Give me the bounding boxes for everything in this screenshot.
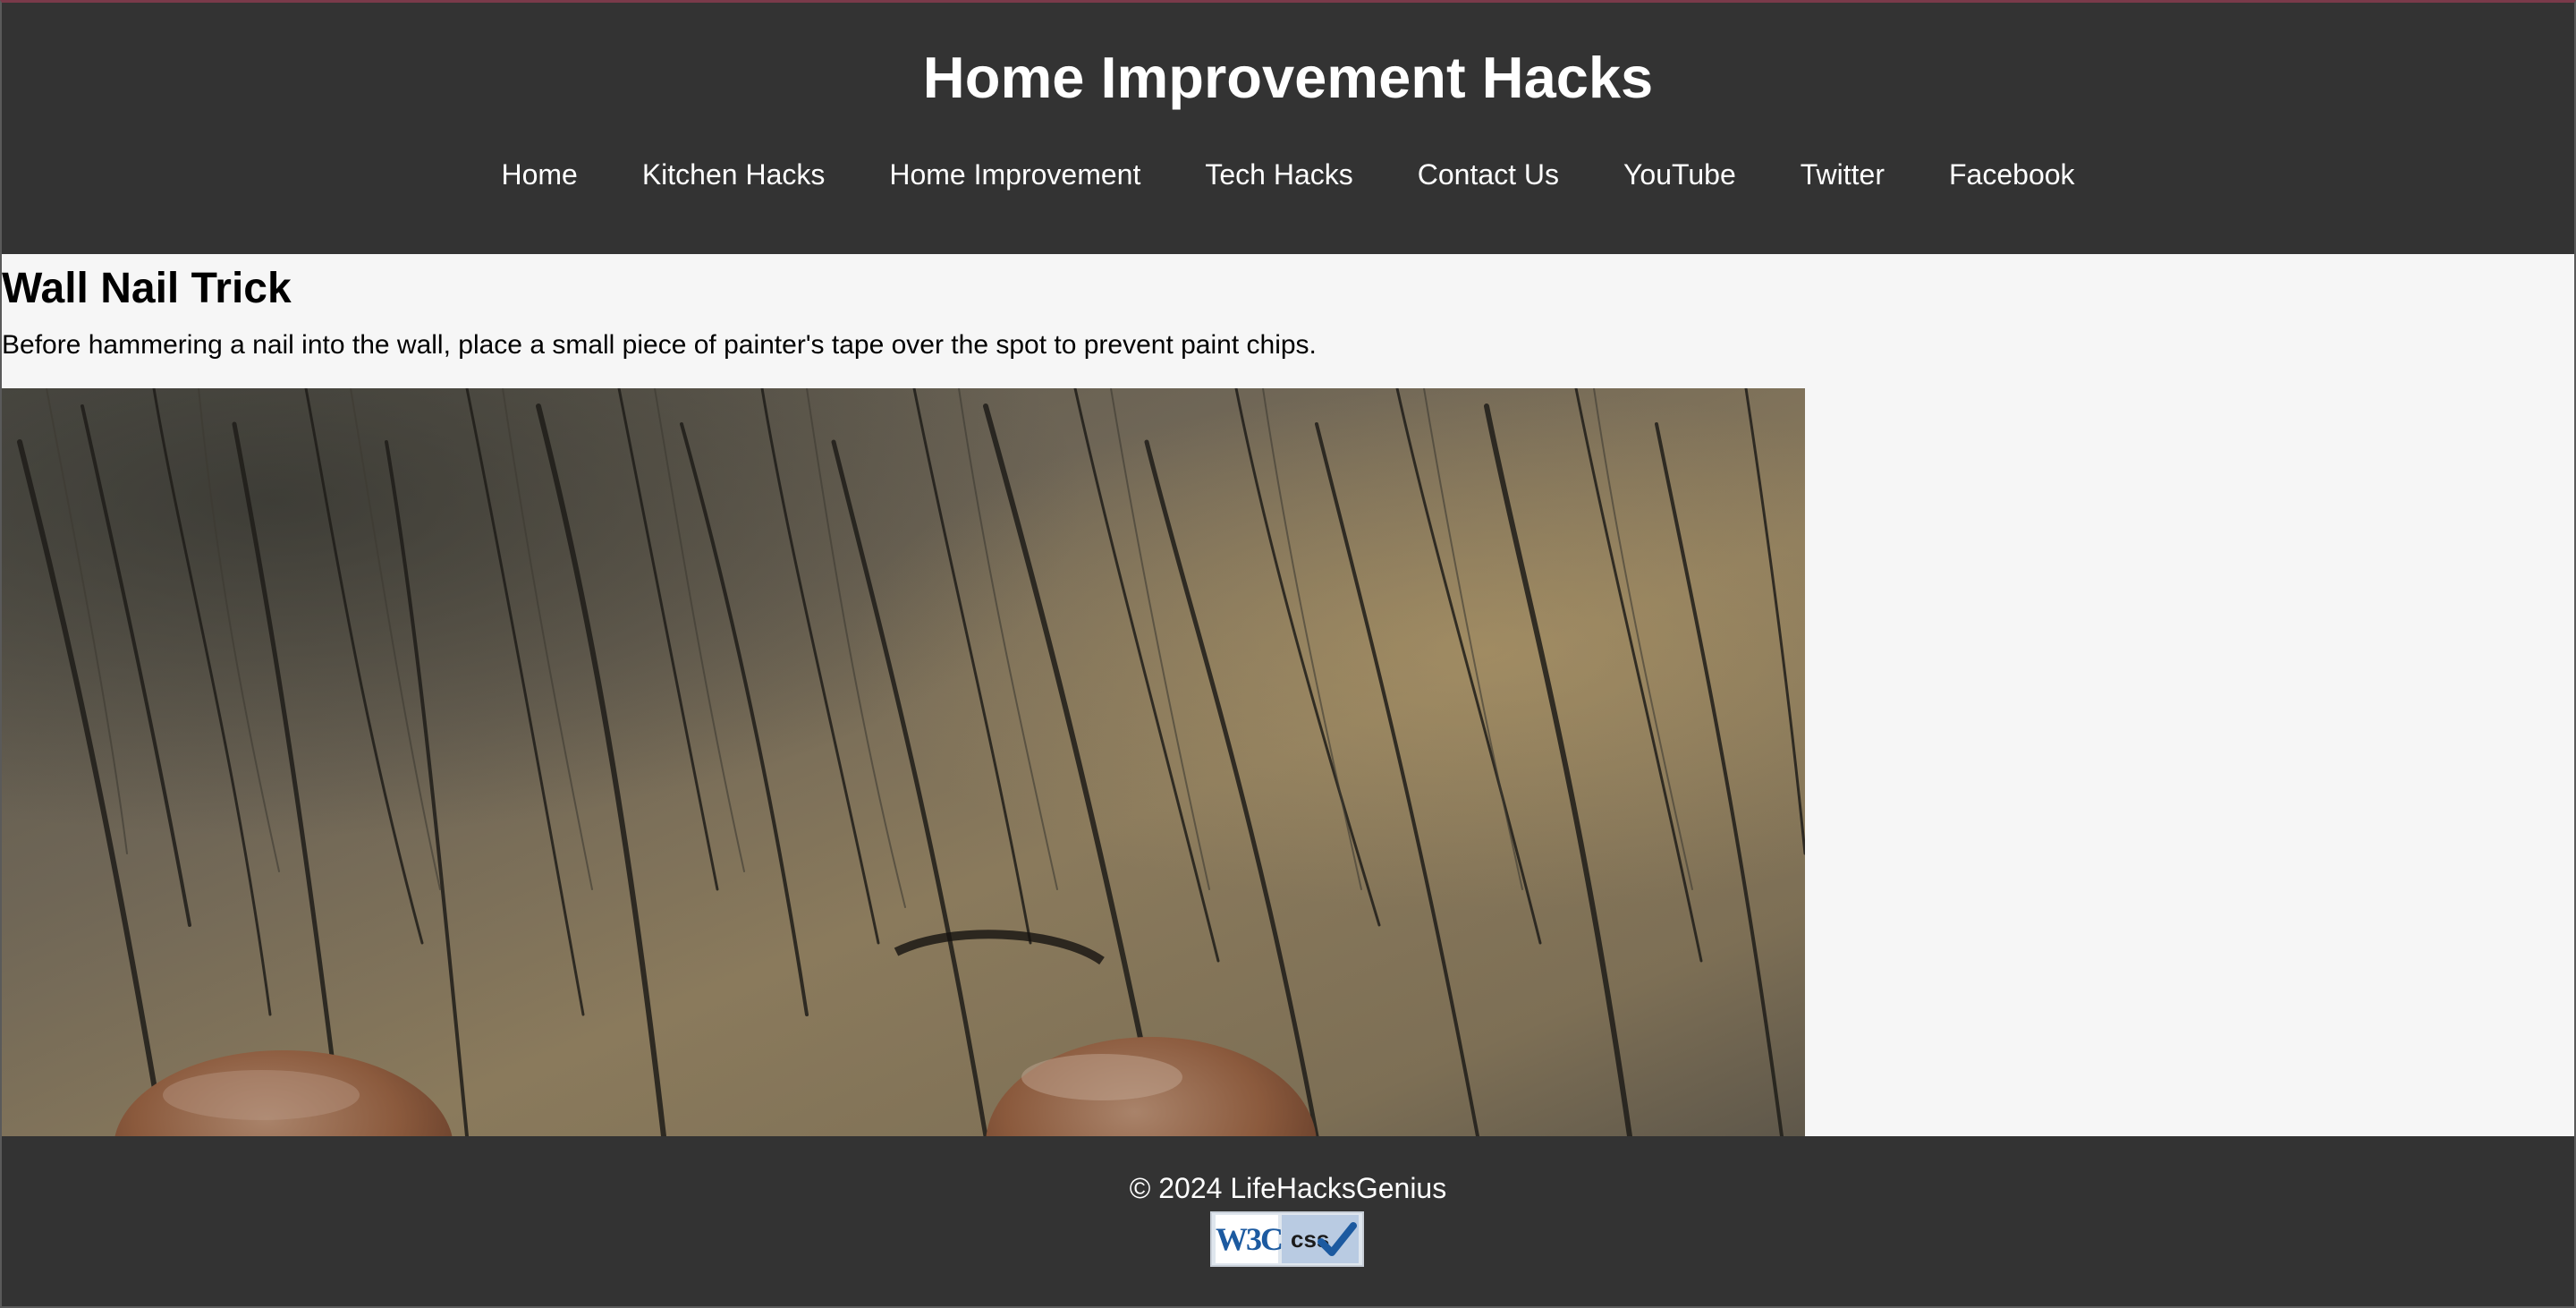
nav-link-kitchen-hacks[interactable]: Kitchen Hacks: [610, 155, 858, 194]
css-label-box: css: [1282, 1215, 1359, 1263]
nav-link-youtube[interactable]: YouTube: [1591, 155, 1768, 194]
copyright-text: © 2024 LifeHacksGenius: [1129, 1172, 1447, 1204]
site-title: Home Improvement Hacks: [922, 45, 1654, 110]
article-text: Before hammering a nail into the wall, p…: [2, 330, 1317, 360]
article-title: Wall Nail Trick: [2, 265, 292, 312]
nav-link-twitter[interactable]: Twitter: [1768, 155, 1917, 194]
main-content: Wall Nail Trick Before hammering a nail …: [2, 254, 2574, 1136]
main-nav: Home Kitchen Hacks Home Improvement Tech…: [2, 155, 2574, 194]
wood-nail-photo: [2, 388, 1805, 1136]
site-footer: © 2024 LifeHacksGenius W3C css: [2, 1136, 2574, 1306]
site-header: Home Improvement Hacks Home Kitchen Hack…: [2, 3, 2574, 254]
nav-link-contact-us[interactable]: Contact Us: [1385, 155, 1591, 194]
w3c-logo: W3C: [1216, 1215, 1284, 1263]
browser-viewport: Home Improvement Hacks Home Kitchen Hack…: [0, 0, 2576, 1308]
check-icon: [1318, 1222, 1357, 1256]
article-image: [2, 388, 1805, 1136]
nav-link-tech-hacks[interactable]: Tech Hacks: [1173, 155, 1385, 194]
w3c-css-validator-badge[interactable]: W3C css: [1210, 1211, 1364, 1267]
nav-link-home-improvement[interactable]: Home Improvement: [857, 155, 1173, 194]
nav-link-facebook[interactable]: Facebook: [1917, 155, 2107, 194]
nav-link-home[interactable]: Home: [469, 155, 609, 194]
